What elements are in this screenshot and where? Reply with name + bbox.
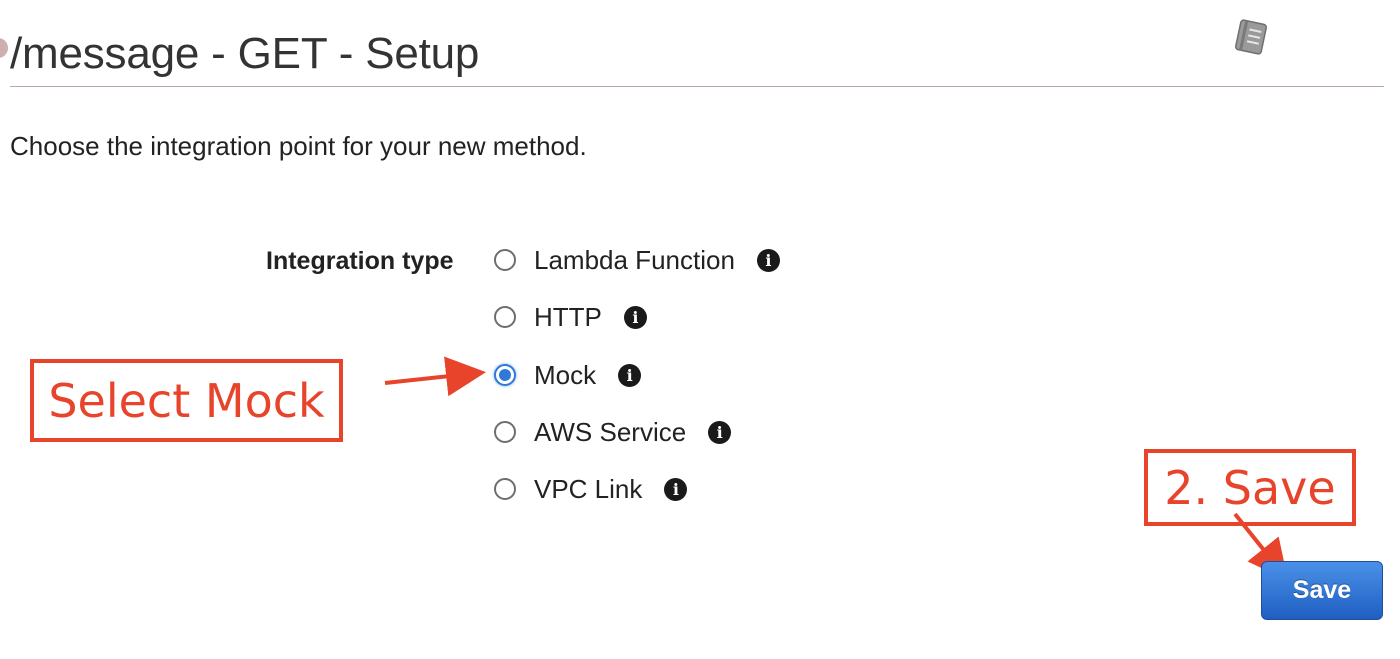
- radio-http[interactable]: [494, 306, 516, 328]
- option-label[interactable]: Lambda Function: [534, 244, 735, 276]
- page-title: /message - GET - Setup: [10, 29, 480, 78]
- info-icon[interactable]: i: [756, 248, 780, 272]
- annotation-arrows: [384, 356, 1288, 581]
- save-button[interactable]: Save: [1261, 561, 1383, 620]
- header-divider: [10, 86, 1384, 87]
- radio-mock[interactable]: [494, 364, 516, 386]
- option-label[interactable]: HTTP: [534, 301, 602, 333]
- radio-lambda-function[interactable]: [494, 249, 516, 271]
- option-vpc-link[interactable]: VPC Link i: [494, 473, 688, 505]
- method-setup-page: /message - GET - Setup Choose the integr…: [0, 0, 1400, 659]
- radio-aws-service[interactable]: [494, 421, 516, 443]
- info-icon[interactable]: i: [623, 305, 647, 329]
- annotation-save-step: 2. Save: [1144, 449, 1356, 526]
- annotation-select-mock: Select Mock: [30, 359, 343, 442]
- option-http[interactable]: HTTP i: [494, 301, 647, 333]
- option-label[interactable]: VPC Link: [534, 473, 642, 505]
- option-mock[interactable]: Mock i: [494, 359, 642, 391]
- integration-type-label: Integration type: [266, 247, 454, 275]
- option-label[interactable]: AWS Service: [534, 416, 686, 448]
- info-icon[interactable]: i: [618, 363, 642, 387]
- back-icon[interactable]: [0, 38, 8, 58]
- arrow-to-mock: [384, 356, 486, 397]
- option-aws-service[interactable]: AWS Service i: [494, 416, 732, 448]
- notebook-icon[interactable]: [1230, 18, 1272, 56]
- radio-vpc-link[interactable]: [494, 478, 516, 500]
- option-lambda-function[interactable]: Lambda Function i: [494, 244, 780, 276]
- option-label[interactable]: Mock: [534, 359, 596, 391]
- info-icon[interactable]: i: [664, 477, 688, 501]
- instructions-text: Choose the integration point for your ne…: [10, 131, 587, 161]
- info-icon[interactable]: i: [708, 420, 732, 444]
